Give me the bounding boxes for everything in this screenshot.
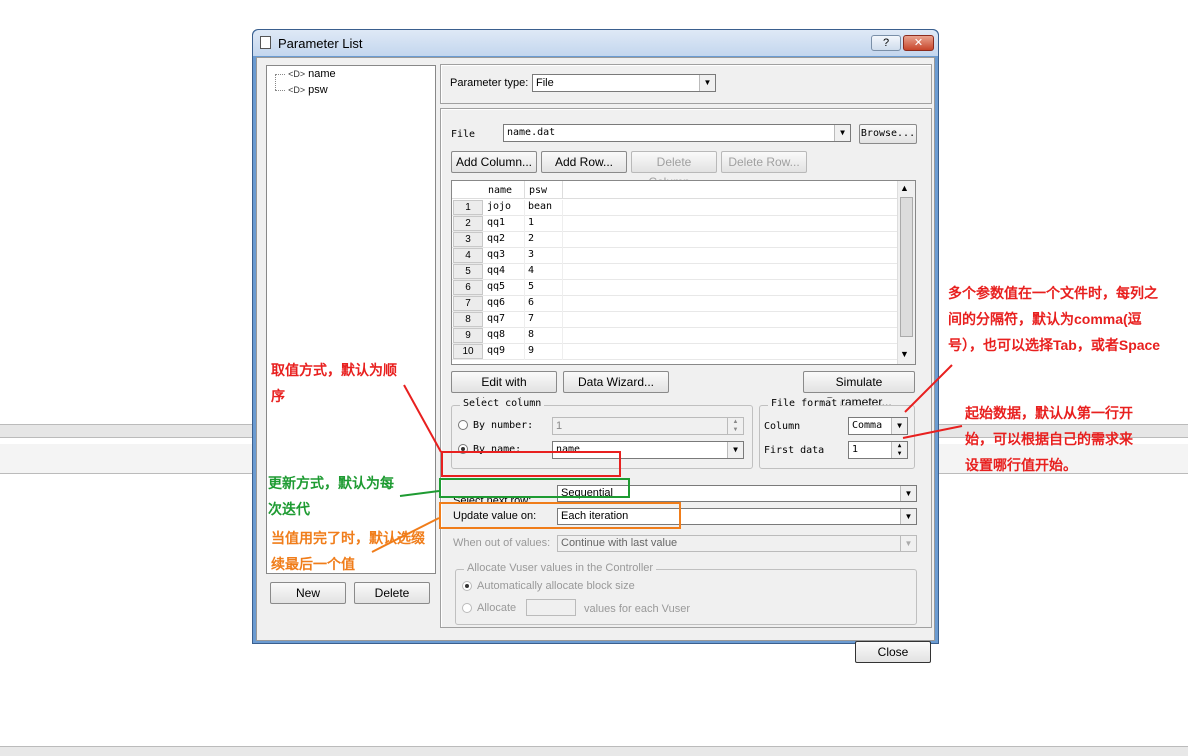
annotation-line: 序 — [271, 388, 285, 404]
update-annotation: 更新方式，默认为每 次迭代 — [268, 470, 428, 522]
select-mode-annotation: 取值方式，默认为顺 序 — [271, 357, 431, 409]
first-data-arrow — [902, 425, 963, 439]
annotation-line: 当值用完了时，默认选缀 — [271, 530, 425, 546]
annotation-line: 始，可以根据自己的需求来 — [965, 431, 1133, 447]
delimiter-annotation: 多个参数值在一个文件时，每列之 间的分隔符，默认为comma(逗 号），也可以选… — [948, 280, 1186, 358]
annotation-arrows — [371, 364, 963, 553]
first-data-annotation: 起始数据，默认从第一行开 始，可以根据自己的需求来 设置哪行值开始。 — [965, 400, 1185, 478]
annotation-line: 多个参数值在一个文件时，每列之 — [948, 285, 1158, 301]
out-of-values-annotation: 当值用完了时，默认选缀 续最后一个值 — [271, 525, 446, 577]
annotation-line: 次迭代 — [268, 501, 310, 517]
delimiter-arrow — [904, 364, 953, 413]
annotation-line: 间的分隔符，默认为comma(逗 — [948, 311, 1142, 327]
annotation-line: 续最后一个值 — [271, 556, 355, 572]
annotation-line: 更新方式，默认为每 — [268, 475, 394, 491]
annotation-line: 取值方式，默认为顺 — [271, 362, 397, 378]
annotation-line: 设置哪行值开始。 — [965, 457, 1077, 473]
annotation-line: 号），也可以选择Tab，或者Space — [948, 337, 1161, 353]
annotation-line: 起始数据，默认从第一行开 — [965, 405, 1133, 421]
